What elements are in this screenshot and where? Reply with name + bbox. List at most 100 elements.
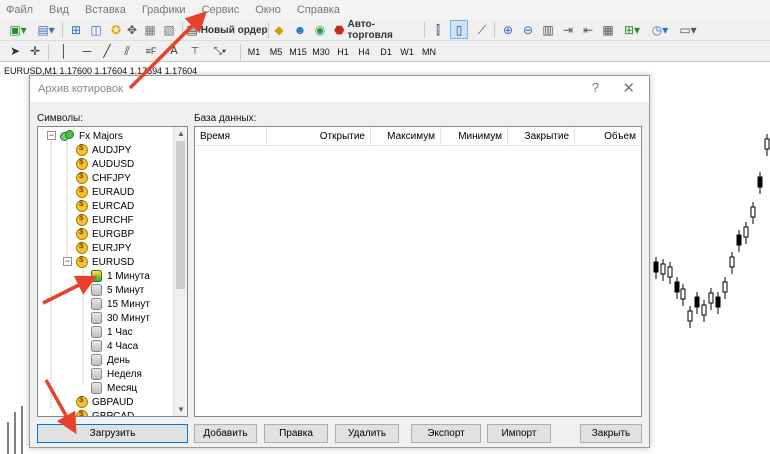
tree-period-1[interactable]: 5 Минут — [91, 283, 144, 297]
close-button[interactable]: Закрыть — [580, 424, 642, 443]
terminal-icon[interactable]: ✥ — [124, 21, 140, 39]
tree-period-2[interactable]: 15 Минут — [91, 297, 150, 311]
tree-symbol-gbpcad[interactable]: GBPCAD — [76, 409, 134, 416]
tester-icon[interactable]: ▦ — [142, 21, 158, 39]
signals-icon[interactable]: ☻ — [292, 21, 308, 39]
menu-insert[interactable]: Вставка — [85, 4, 126, 16]
tree-node-label: EURUSD — [92, 256, 135, 268]
data-window-icon[interactable]: ◫ — [88, 21, 104, 39]
col-high[interactable]: Максимум — [371, 127, 441, 146]
zoom-out-icon[interactable]: ⊖ — [520, 21, 536, 39]
new-chart-icon[interactable]: ▣▾ — [6, 21, 30, 39]
line-chart-icon[interactable]: ⟋ — [474, 21, 490, 39]
collapse-fx-majors[interactable]: − — [47, 131, 56, 140]
tree-symbol-euraud[interactable]: EURAUD — [76, 185, 134, 199]
menu-help[interactable]: Справка — [297, 4, 340, 16]
bar-chart-icon[interactable]: ⫿ — [430, 21, 446, 39]
menu-file[interactable]: Файл — [6, 4, 33, 16]
cursor-icon[interactable]: ➤ — [8, 42, 22, 60]
tree-symbol-audjpy[interactable]: AUDJPY — [76, 143, 131, 157]
indicators-icon[interactable]: ⊞▾ — [620, 21, 644, 39]
scroll-chart-icon[interactable]: ⇥ — [560, 21, 576, 39]
tree-period-6[interactable]: День — [91, 353, 130, 367]
timeframe-h4[interactable]: H4 — [354, 43, 374, 60]
tree-symbol-eurusd[interactable]: EURUSD — [76, 255, 134, 269]
currency-icon — [76, 213, 88, 226]
new-order-button[interactable]: ▤ Новый ордер — [186, 21, 268, 39]
text-label-icon[interactable]: ⊤ — [188, 42, 202, 60]
templates-icon[interactable]: ▭▾ — [676, 21, 700, 39]
channel-icon[interactable]: ⫽ — [120, 42, 134, 60]
collapse-eurusd[interactable]: − — [63, 257, 72, 266]
tree-period-5[interactable]: 4 Часа — [91, 339, 138, 353]
tree-symbol-audusd[interactable]: AUDUSD — [76, 157, 134, 171]
add-button[interactable]: Добавить — [194, 424, 257, 443]
col-volume[interactable]: Объем — [575, 127, 641, 146]
horizontal-line-icon[interactable]: ─ — [80, 42, 94, 60]
timeframe-m15[interactable]: M15 — [288, 43, 308, 60]
tile-windows-icon[interactable]: ▥ — [540, 21, 556, 39]
import-button[interactable]: Импорт — [487, 424, 551, 443]
auto-trading-button[interactable]: ⬣ Авто-торговля — [334, 19, 420, 41]
menu-window[interactable]: Окно — [255, 4, 281, 16]
tree-period-0[interactable]: 1 Минута — [91, 269, 150, 283]
tree-period-8[interactable]: Месяц — [91, 381, 137, 395]
delete-button[interactable]: Удалить — [335, 424, 399, 443]
market-watch-icon[interactable]: ⊞ — [68, 21, 84, 39]
timeframe-w1[interactable]: W1 — [397, 43, 417, 60]
symbols-tree[interactable]: − Fx Majors AUDJPY AUDUSD CHFJPY EURAUD EURC… — [37, 126, 188, 417]
database-icon — [91, 270, 102, 282]
timeframe-mn[interactable]: MN — [419, 43, 439, 60]
crosshair-icon[interactable]: ✛ — [28, 42, 42, 60]
tree-period-3[interactable]: 30 Минут — [91, 311, 150, 325]
candlestick-icon[interactable]: ▯ — [450, 20, 468, 39]
load-button[interactable]: Загрузить — [37, 424, 188, 443]
timeframe-m30[interactable]: M30 — [311, 43, 331, 60]
close-icon[interactable]: ✕ — [622, 79, 635, 97]
help-button[interactable]: ? — [592, 80, 599, 95]
timeframe-m5[interactable]: M5 — [266, 43, 286, 60]
chart-shift-icon[interactable]: ⇤ — [580, 21, 596, 39]
history-icon[interactable]: ▧ — [161, 21, 177, 39]
vertical-line-icon[interactable]: │ — [58, 42, 70, 60]
line-studies-toolbar: ➤ ✛ │ ─ ╱ ⫽ ≡F A ⊤ ⤡▾ M1 M5 M15 M30 H1 H… — [0, 41, 770, 62]
grid-icon[interactable]: ▦ — [600, 21, 616, 39]
scroll-down-icon[interactable]: ▼ — [177, 405, 185, 414]
navigator-icon[interactable]: ✪ — [108, 21, 124, 39]
tree-symbol-gbpaud[interactable]: GBPAUD — [76, 395, 134, 409]
metaeditor-icon[interactable]: ◆ — [271, 21, 287, 39]
profiles-icon[interactable]: ▤▾ — [34, 21, 58, 39]
timeframe-d1[interactable]: D1 — [376, 43, 396, 60]
text-icon[interactable]: A — [168, 42, 180, 60]
col-low[interactable]: Минимум — [441, 127, 508, 146]
export-button[interactable]: Экспорт — [411, 424, 481, 443]
trendline-icon[interactable]: ╱ — [100, 42, 114, 60]
tree-node-label: День — [107, 354, 131, 366]
timeframe-m1[interactable]: M1 — [244, 43, 264, 60]
tree-scrollbar[interactable]: ▲ ▼ — [173, 127, 187, 416]
database-table[interactable]: Время Открытие Максимум Минимум Закрытие… — [194, 126, 642, 417]
col-open[interactable]: Открытие — [267, 127, 371, 146]
tree-group-fx-majors[interactable]: Fx Majors — [60, 129, 123, 143]
tree-symbol-chfjpy[interactable]: CHFJPY — [76, 171, 131, 185]
market-icon[interactable]: ◉ — [312, 21, 328, 39]
timeframe-h1[interactable]: H1 — [333, 43, 353, 60]
fibonacci-icon[interactable]: ≡F — [142, 42, 160, 60]
col-close[interactable]: Закрытие — [508, 127, 575, 146]
menu-tools[interactable]: Сервис — [202, 4, 240, 16]
tree-symbol-eurgbp[interactable]: EURGBP — [76, 227, 134, 241]
col-time[interactable]: Время — [195, 127, 267, 146]
edit-button[interactable]: Правка — [264, 424, 328, 443]
tree-symbol-eurjpy[interactable]: EURJPY — [76, 241, 131, 255]
tree-period-7[interactable]: Неделя — [91, 367, 142, 381]
scroll-up-icon[interactable]: ▲ — [177, 129, 185, 138]
menu-view[interactable]: Вид — [49, 4, 69, 16]
arrows-icon[interactable]: ⤡▾ — [208, 42, 232, 60]
periods-icon[interactable]: ◷▾ — [648, 21, 672, 39]
tree-period-4[interactable]: 1 Час — [91, 325, 133, 339]
tree-symbol-eurchf[interactable]: EURCHF — [76, 213, 134, 227]
zoom-in-icon[interactable]: ⊕ — [500, 21, 516, 39]
scroll-thumb[interactable] — [176, 141, 185, 289]
menu-charts[interactable]: Графики — [142, 4, 186, 16]
tree-symbol-eurcad[interactable]: EURCAD — [76, 199, 134, 213]
